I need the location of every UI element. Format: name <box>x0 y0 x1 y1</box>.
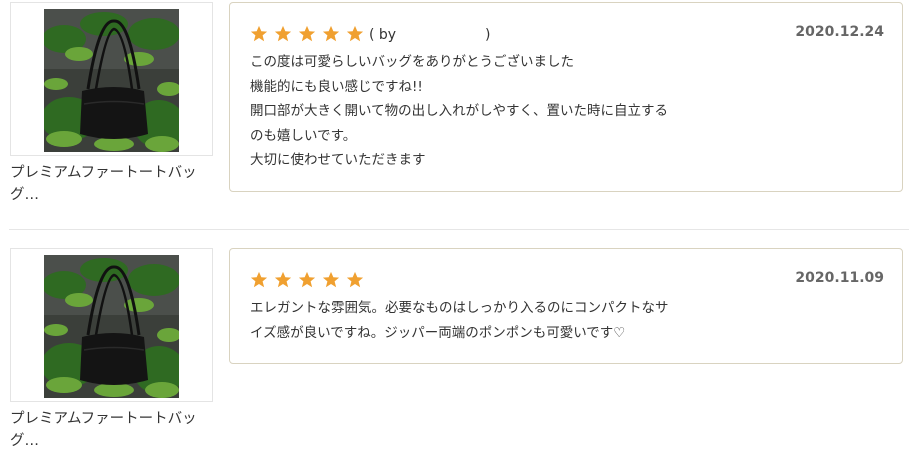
star-icon <box>346 25 364 42</box>
review-date: 2020.12.24 <box>795 24 884 40</box>
product-name-link[interactable]: プレミアムファートートバッグ… <box>10 408 215 452</box>
product-thumbnail[interactable] <box>10 2 213 156</box>
review-line: エレガントな雰囲気。必要なものはしっかり入るのにコンパクトなサ <box>250 300 669 316</box>
product-thumbnail[interactable] <box>10 248 213 402</box>
review-line: 開口部が大きく開いて物の出し入れがしやすく、置いた時に自立する <box>250 103 668 119</box>
product-photo <box>44 255 179 398</box>
star-icon <box>274 271 292 288</box>
byline-prefix: ( by <box>369 27 397 43</box>
review-date: 2020.11.09 <box>795 270 884 286</box>
star-icon <box>346 271 364 288</box>
star-icon <box>274 25 292 42</box>
star-icon <box>298 271 316 288</box>
star-icon <box>322 271 340 288</box>
star-icon <box>250 25 268 42</box>
reviewer-byline: ( by ) <box>369 27 490 43</box>
star-icon <box>250 271 268 288</box>
star-rating <box>250 25 370 43</box>
star-rating <box>250 271 370 289</box>
product-photo <box>44 9 179 152</box>
review-card: 2020.11.09 エレガントな雰囲気。必要なものはしっかり入るのにコンパクト… <box>229 248 903 364</box>
review-line: この度は可愛らしいバッグをありがとうございました <box>250 54 574 70</box>
review-divider <box>9 229 909 230</box>
review-text: エレガントな雰囲気。必要なものはしっかり入るのにコンパクトなサ イズ感が良いです… <box>250 296 720 345</box>
star-icon <box>298 25 316 42</box>
review-line: のも嬉しいです。 <box>250 127 357 144</box>
review-text: この度は可愛らしいバッグをありがとうございました 機能的にも良い感じですね!! … <box>250 50 720 173</box>
review-card: ( by ) 2020.12.24 この度は可愛らしいバッグをありがとうございま… <box>229 2 903 192</box>
byline-suffix: ) <box>485 27 491 43</box>
star-icon <box>322 25 340 42</box>
review-line: イズ感が良いですね。ジッパー両端のポンポンも可愛いです♡ <box>250 324 626 341</box>
review-line: 機能的にも良い感じですね!! <box>250 78 423 95</box>
product-name-link[interactable]: プレミアムファートートバッグ… <box>10 162 215 206</box>
review-line: 大切に使わせていただきます <box>250 152 426 168</box>
